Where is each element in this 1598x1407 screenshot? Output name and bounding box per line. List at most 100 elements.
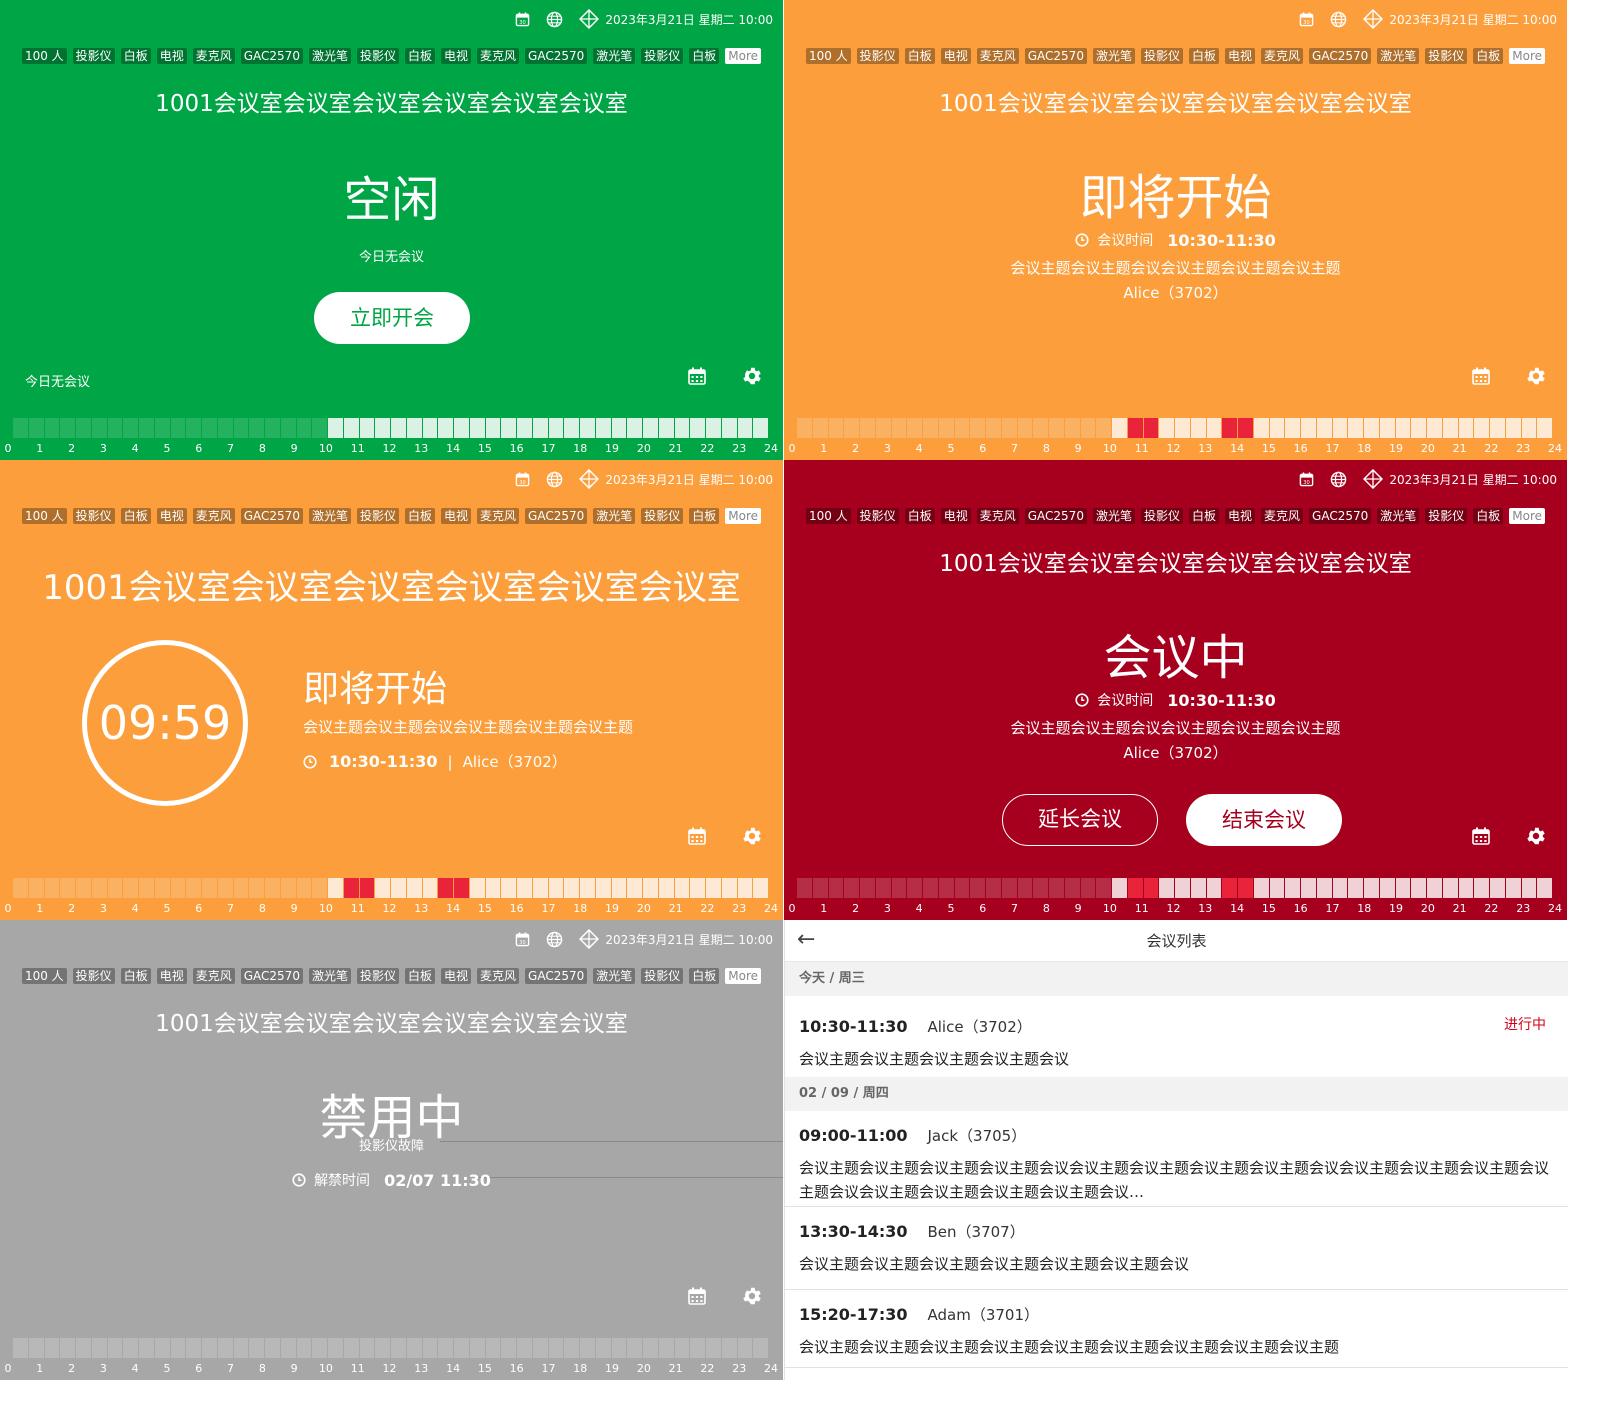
timeline-tick-label: 12 xyxy=(382,1362,397,1375)
item-time: 15:20-17:30 xyxy=(799,1305,908,1324)
timeline xyxy=(796,418,1553,438)
timeline-slot xyxy=(76,418,91,438)
diamond-icon[interactable] xyxy=(579,469,600,489)
timeline-slot xyxy=(954,418,970,438)
timeline-tick-label: 18 xyxy=(573,442,588,455)
back-arrow-icon[interactable]: ← xyxy=(797,920,815,960)
timeline-slot xyxy=(76,878,91,898)
timeline-slot xyxy=(501,878,516,898)
extend-meeting-button[interactable]: 延长会议 xyxy=(1002,794,1158,846)
more-tags-button[interactable]: More xyxy=(1509,48,1546,64)
equipment-tag: 白板 xyxy=(1473,48,1504,64)
timeline-slot xyxy=(1049,418,1064,438)
equipment-tag: 麦克风 xyxy=(477,968,520,984)
timeline-slot xyxy=(438,878,453,898)
more-tags-button[interactable]: More xyxy=(725,508,762,524)
diamond-icon[interactable] xyxy=(579,929,600,949)
timeline-slot xyxy=(595,878,611,898)
timeline-slot xyxy=(91,418,107,438)
timeline-slot xyxy=(923,878,938,898)
calendar-icon[interactable] xyxy=(687,1286,707,1306)
timeline-tick-label: 18 xyxy=(1357,902,1372,915)
globe-icon[interactable] xyxy=(546,11,563,28)
timeline-slot xyxy=(359,878,375,898)
settings-gear-icon[interactable] xyxy=(741,365,763,387)
calendar-badge-icon[interactable]: 30 xyxy=(515,931,530,947)
meeting-time: 10:30-11:30 xyxy=(1167,690,1276,710)
timeline-tick-label: 8 xyxy=(1042,442,1050,455)
meeting-host: Alice（3702） xyxy=(462,753,567,771)
clock-icon xyxy=(303,754,317,769)
equipment-tag: 白板 xyxy=(120,968,151,984)
calendar-icon[interactable] xyxy=(1471,826,1491,846)
calendar-badge-icon[interactable]: 30 xyxy=(515,11,530,27)
timeline-tick-label: 12 xyxy=(382,442,397,455)
svg-text:30: 30 xyxy=(520,480,527,486)
start-meeting-button[interactable]: 立即开会 xyxy=(314,292,470,344)
timeline-slot xyxy=(265,1338,280,1358)
list-header: ← 会议列表 xyxy=(785,920,1568,962)
more-tags-button[interactable]: More xyxy=(1509,508,1546,524)
clock-icon xyxy=(292,1173,306,1187)
timeline-slot xyxy=(643,1338,658,1358)
timeline-slot xyxy=(375,1338,390,1358)
timeline-slot xyxy=(312,878,327,898)
timeline-tick-label: 24 xyxy=(764,902,778,915)
settings-gear-icon[interactable] xyxy=(741,825,763,847)
globe-icon[interactable] xyxy=(546,471,563,488)
timeline-slot xyxy=(674,418,690,438)
end-meeting-button[interactable]: 结束会议 xyxy=(1186,794,1342,846)
timeline-tick-label: 8 xyxy=(258,1362,266,1375)
timeline-slot xyxy=(375,878,390,898)
timeline-slot xyxy=(28,418,44,438)
timeline-slot xyxy=(1096,418,1111,438)
timeline-slot xyxy=(1316,878,1332,898)
diamond-icon[interactable] xyxy=(579,9,600,29)
timeline-slot xyxy=(1143,418,1159,438)
timeline-slot xyxy=(280,1338,296,1358)
timeline-tick-label: 16 xyxy=(1293,902,1308,915)
timeline-slot xyxy=(60,1338,75,1358)
timeline-tick-label: 15 xyxy=(477,442,492,455)
meeting-list-item[interactable]: 10:30-11:30 Alice（3702） 会议主题会议主题会议主题会议主题会议… xyxy=(785,996,1568,1077)
globe-icon[interactable] xyxy=(546,931,563,948)
meeting-list-item[interactable]: 13:30-14:30 Ben（3707） 会议主题会议主题会议主题会议主题会议主题… xyxy=(785,1207,1568,1290)
calendar-badge-icon[interactable]: 30 xyxy=(1299,11,1314,27)
calendar-icon[interactable] xyxy=(1471,366,1491,386)
timeline-slot xyxy=(580,878,595,898)
settings-gear-icon[interactable] xyxy=(741,1285,763,1307)
meeting-list-item[interactable]: 15:20-17:30 Adam（3701） 会议主题会议主题会议主题会议主题会议主… xyxy=(785,1290,1568,1368)
in-meeting-screen: 30 2023年3月21日 星期二 10:00 100 人投影仪 白板 电视 麦克风 GA… xyxy=(784,460,1567,920)
meeting-topic: 会议主题会议主题会议会议主题会议主题会议主题 xyxy=(1010,719,1341,737)
diamond-icon[interactable] xyxy=(1363,469,1384,489)
timeline-slot xyxy=(202,878,217,898)
timeline-tick-label: 2 xyxy=(68,442,76,455)
calendar-badge-icon[interactable]: 30 xyxy=(1299,471,1314,487)
timeline-slot xyxy=(154,418,170,438)
diamond-icon[interactable] xyxy=(1363,9,1384,29)
timeline-tick-label: 21 xyxy=(668,442,683,455)
equipment-tag: 白板 xyxy=(904,508,935,524)
room-name: 1001会议室会议室会议室会议室会议室会议室 xyxy=(939,91,1412,117)
timeline-tick-label: 18 xyxy=(1357,442,1372,455)
settings-gear-icon[interactable] xyxy=(1525,825,1547,847)
timeline-slot xyxy=(828,418,844,438)
globe-icon[interactable] xyxy=(1330,471,1347,488)
globe-icon[interactable] xyxy=(1330,11,1347,28)
timeline-tick-label: 6 xyxy=(979,902,987,915)
settings-gear-icon[interactable] xyxy=(1525,365,1547,387)
timeline-tick-label: 14 xyxy=(1230,442,1245,455)
calendar-icon[interactable] xyxy=(687,826,707,846)
calendar-badge-icon[interactable]: 30 xyxy=(515,471,530,487)
timeline-slot xyxy=(1332,878,1348,898)
timeline-slot xyxy=(828,878,844,898)
timeline-slot xyxy=(1206,878,1222,898)
calendar-icon[interactable] xyxy=(687,366,707,386)
equipment-tag: 电视 xyxy=(1225,508,1256,524)
timeline-slot xyxy=(1427,418,1442,438)
timeline-tick-label: 1 xyxy=(820,442,828,455)
more-tags-button[interactable]: More xyxy=(725,48,762,64)
more-tags-button[interactable]: More xyxy=(725,968,762,984)
timeline-slot xyxy=(328,878,343,898)
meeting-list-item[interactable]: 09:00-11:00 Jack（3705） 会议主题会议主题会议主题会议主题会议会… xyxy=(785,1111,1568,1207)
